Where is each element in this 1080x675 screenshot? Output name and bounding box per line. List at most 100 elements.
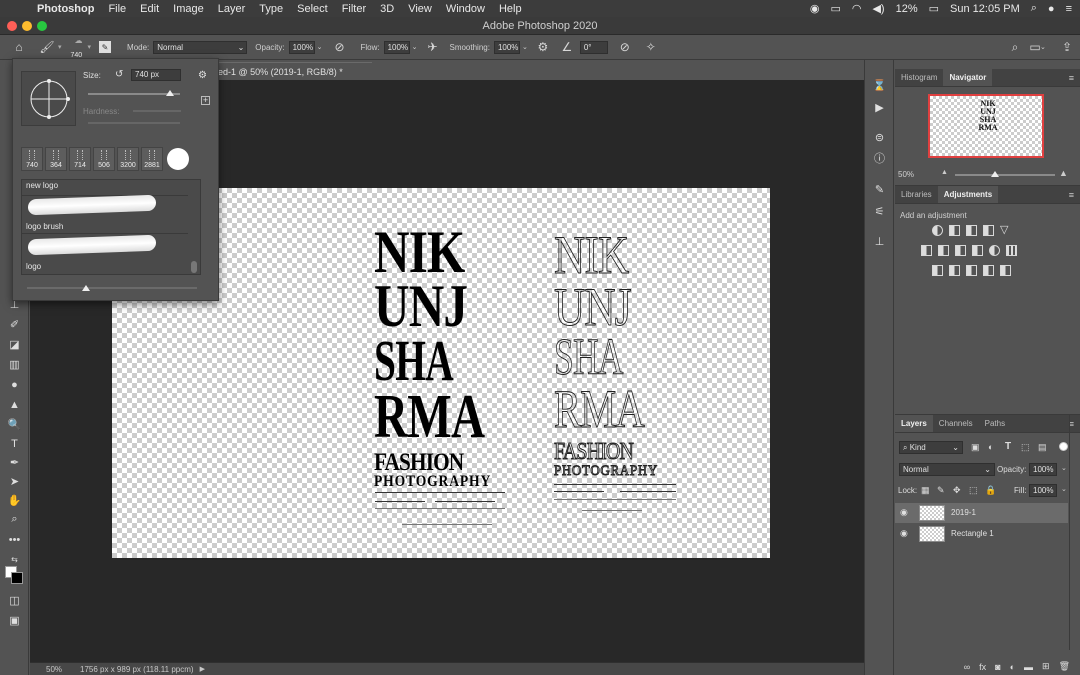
photo-filter-icon[interactable] xyxy=(972,245,983,256)
brush-tip-preview[interactable] xyxy=(21,71,76,126)
menu-file[interactable]: File xyxy=(101,3,133,15)
panel-menu-icon[interactable]: ≡ xyxy=(1069,73,1074,83)
creative-cloud-icon[interactable]: ◉ xyxy=(810,2,820,15)
menu-3d[interactable]: 3D xyxy=(373,3,401,15)
menu-view[interactable]: View xyxy=(401,3,439,15)
actions-panel-icon[interactable]: ▶ xyxy=(872,100,887,115)
threshold-icon[interactable] xyxy=(966,265,977,276)
menu-window[interactable]: Window xyxy=(439,3,492,15)
preview-size-slider-track[interactable] xyxy=(27,287,197,289)
battery-percent[interactable]: 12% xyxy=(896,3,918,15)
layer-thumbnail[interactable] xyxy=(919,526,945,542)
menu-filter[interactable]: Filter xyxy=(335,3,373,15)
hand-tool-icon[interactable]: ✋ xyxy=(6,492,23,509)
filter-smart-object-icon[interactable]: ▤ xyxy=(1038,442,1047,453)
brush-tip-3200[interactable]: 3200 xyxy=(117,147,139,171)
menu-image[interactable]: Image xyxy=(166,3,211,15)
brush-tip-506[interactable]: 506 xyxy=(93,147,115,171)
tab-adjustments[interactable]: Adjustments xyxy=(937,186,999,203)
brush-preset-logo-brush[interactable]: logo brush xyxy=(22,194,188,234)
type-tool-icon[interactable]: T xyxy=(6,435,23,452)
home-icon[interactable]: ⌂ xyxy=(12,40,26,54)
layer-row-rectangle-1[interactable]: ◉ Rectangle 1 xyxy=(895,524,1068,544)
visibility-eye-icon[interactable]: ◉ xyxy=(900,507,908,518)
filter-shape-icon[interactable]: ⬚ xyxy=(1021,442,1030,453)
filter-adjustment-icon[interactable]: ◐ xyxy=(988,442,993,452)
brush-tip-740[interactable]: 740 xyxy=(21,147,43,171)
brushes-panel-icon[interactable]: ✎ xyxy=(872,182,887,197)
brush-tool-icon[interactable]: 🖌 xyxy=(39,40,54,54)
layer-name[interactable]: Rectangle 1 xyxy=(951,529,994,538)
pen-tool-icon[interactable]: ✒ xyxy=(6,454,23,471)
status-zoom[interactable]: 50% xyxy=(30,665,70,674)
navigator-zoom-thumb[interactable] xyxy=(991,171,999,177)
zoom-out-icon[interactable]: ▲ xyxy=(941,169,948,176)
menu-list-icon[interactable]: ≡ xyxy=(1066,3,1072,15)
smoothing-options-gear-icon[interactable]: ⚙ xyxy=(536,40,550,54)
opacity-dropdown-icon[interactable]: ⌄ xyxy=(317,43,323,51)
fill-dropdown-icon[interactable]: ⌄ xyxy=(1061,485,1067,493)
opacity-input[interactable]: 100% xyxy=(288,40,315,54)
layer-thumbnail[interactable] xyxy=(919,505,945,521)
search-icon[interactable]: ⌕ xyxy=(1031,2,1037,15)
new-layer-icon[interactable]: ⊞ xyxy=(1042,661,1050,672)
volume-icon[interactable]: ◀) xyxy=(872,2,884,15)
menubar-clock[interactable]: Sun 12:05 PM xyxy=(950,3,1020,15)
color-lookup-icon[interactable] xyxy=(1006,245,1017,256)
symmetry-icon[interactable]: ✧ xyxy=(644,40,658,54)
size-slider-thumb[interactable] xyxy=(166,90,174,96)
panel-menu-icon[interactable]: ≡ xyxy=(1069,190,1074,200)
brush-size-input[interactable]: 740 px xyxy=(131,69,181,81)
delete-layer-icon[interactable]: 🗑 xyxy=(1059,661,1070,672)
history-brush-tool-icon[interactable]: ✐ xyxy=(6,316,23,333)
brush-tip-2881[interactable]: 2881 xyxy=(141,147,163,171)
preset-list-scrollbar[interactable] xyxy=(190,181,198,273)
reset-size-icon[interactable]: ↺ xyxy=(115,69,123,80)
black-white-icon[interactable] xyxy=(955,245,966,256)
user-avatar-icon[interactable]: ● xyxy=(1048,3,1055,15)
angle-input[interactable]: 0° xyxy=(579,40,608,54)
status-arrow-icon[interactable]: ▶ xyxy=(200,665,205,673)
brush-picker-arrow-icon[interactable]: ▾ xyxy=(88,43,92,51)
vibrance-icon[interactable]: ▽ xyxy=(1000,225,1011,236)
preview-size-slider-thumb[interactable] xyxy=(82,285,90,291)
eraser-tool-icon[interactable]: ◪ xyxy=(6,336,23,353)
brightness-contrast-icon[interactable] xyxy=(932,225,943,236)
layer-style-icon[interactable]: fx xyxy=(979,662,986,672)
menu-select[interactable]: Select xyxy=(290,3,335,15)
zoom-in-icon[interactable]: ▲ xyxy=(1059,168,1068,178)
zoom-tool-icon[interactable]: ⌕ xyxy=(6,511,23,528)
lock-all-icon[interactable]: 🔒 xyxy=(985,485,996,496)
brush-tip-364[interactable]: 364 xyxy=(45,147,67,171)
smoothing-dropdown-icon[interactable]: ⌄ xyxy=(522,43,528,51)
document-tab[interactable]: ed-1 @ 50% (2019-1, RGB/8) * xyxy=(212,62,372,80)
visibility-eye-icon[interactable]: ◉ xyxy=(900,528,908,539)
lock-image-icon[interactable]: ✎ xyxy=(937,485,945,496)
pressure-opacity-icon[interactable]: ⊘ xyxy=(332,40,346,54)
menu-app-name[interactable]: Photoshop xyxy=(30,3,101,15)
brush-tip-714[interactable]: 714 xyxy=(69,147,91,171)
layer-filter-kind[interactable]: ⌕ Kind ⌄ xyxy=(899,441,963,454)
sharpen-tool-icon[interactable]: ▲ xyxy=(6,396,23,413)
flow-input[interactable]: 100% xyxy=(383,40,410,54)
pressure-size-icon[interactable]: ⊘ xyxy=(618,40,632,54)
brush-preset-arrow-icon[interactable]: ▾ xyxy=(58,43,62,51)
hue-saturation-icon[interactable] xyxy=(921,245,932,256)
posterize-icon[interactable] xyxy=(949,265,960,276)
brush-options-gear-icon[interactable]: ⚙ xyxy=(198,70,207,81)
menu-help[interactable]: Help xyxy=(492,3,529,15)
brush-settings-panel-icon[interactable]: ✎ xyxy=(99,41,112,53)
tab-paths[interactable]: Paths xyxy=(979,415,1011,432)
dodge-tool-icon[interactable]: 🔍 xyxy=(6,416,23,433)
status-document-info[interactable]: 1756 px x 989 px (118.11 ppcm) xyxy=(80,665,194,674)
lock-transparent-icon[interactable]: ▦ xyxy=(921,485,930,496)
wifi-icon[interactable]: ◠ xyxy=(852,2,862,15)
new-preset-icon[interactable]: + xyxy=(201,96,210,105)
brush-preset-logo[interactable]: logo xyxy=(22,234,188,274)
exposure-icon[interactable] xyxy=(983,225,994,236)
more-tools-icon[interactable]: ••• xyxy=(6,531,23,548)
tab-libraries[interactable]: Libraries xyxy=(895,186,938,203)
search-icon[interactable]: ⌕ xyxy=(1008,40,1022,54)
layer-opacity-dropdown-icon[interactable]: ⌄ xyxy=(1061,464,1067,472)
color-balance-icon[interactable] xyxy=(938,245,949,256)
